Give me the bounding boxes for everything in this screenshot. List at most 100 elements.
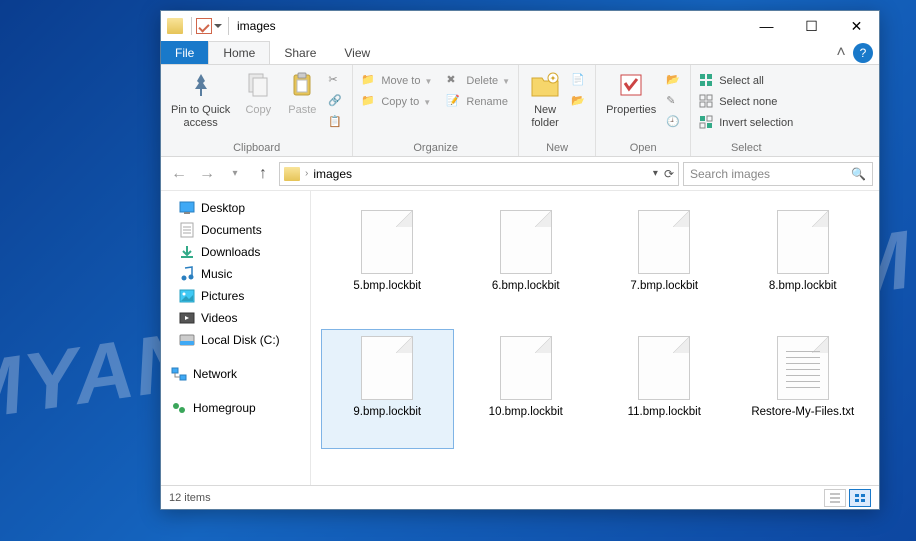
qat-dropdown-icon[interactable] bbox=[212, 18, 224, 34]
group-label: Organize bbox=[357, 141, 514, 156]
paste-button[interactable]: Paste bbox=[280, 67, 324, 119]
back-button[interactable]: ← bbox=[167, 162, 191, 186]
copy-to-button[interactable]: 📁Copy to▼ bbox=[357, 92, 436, 112]
button-label: Copy to bbox=[381, 96, 419, 108]
button-label: Paste bbox=[288, 104, 316, 117]
breadcrumb-item[interactable]: images bbox=[313, 167, 352, 181]
file-item[interactable]: 5.bmp.lockbit bbox=[321, 203, 454, 323]
new-folder-button[interactable]: ✦ New folder bbox=[523, 67, 567, 132]
forward-button[interactable]: → bbox=[195, 162, 219, 186]
folder-icon bbox=[284, 167, 300, 181]
recent-dropdown[interactable]: ▾ bbox=[223, 162, 247, 186]
search-icon: 🔍 bbox=[851, 167, 866, 181]
svg-text:✦: ✦ bbox=[550, 74, 557, 83]
invert-icon bbox=[699, 115, 715, 131]
select-all-icon bbox=[699, 73, 715, 89]
sidebar-item-music[interactable]: Music bbox=[161, 263, 310, 285]
minimize-button[interactable]: — bbox=[744, 11, 789, 41]
history-button[interactable]: 🕘 bbox=[662, 113, 686, 133]
dropdown-icon[interactable]: ▾ bbox=[653, 168, 658, 179]
blank-file-icon bbox=[361, 210, 413, 274]
file-item[interactable]: 7.bmp.lockbit bbox=[598, 203, 731, 323]
delete-button[interactable]: ✖Delete▼ bbox=[442, 71, 514, 91]
tab-home[interactable]: Home bbox=[208, 41, 270, 64]
sidebar-item-label: Desktop bbox=[201, 201, 245, 215]
icons-view-button[interactable] bbox=[849, 489, 871, 507]
button-label: Rename bbox=[466, 96, 508, 108]
file-name: 8.bmp.lockbit bbox=[769, 280, 837, 293]
breadcrumb[interactable]: › images ▾ ⟳ bbox=[279, 162, 679, 186]
file-item[interactable]: 9.bmp.lockbit bbox=[321, 329, 454, 449]
up-button[interactable]: ↑ bbox=[251, 162, 275, 186]
button-label: Move to bbox=[381, 75, 420, 87]
properties-icon bbox=[615, 69, 647, 101]
music-icon bbox=[179, 266, 195, 282]
downloads-icon bbox=[179, 244, 195, 260]
group-label: Clipboard bbox=[165, 141, 348, 156]
sidebar-item-label: Pictures bbox=[201, 289, 244, 303]
file-item[interactable]: 8.bmp.lockbit bbox=[737, 203, 870, 323]
sidebar-item-documents[interactable]: Documents bbox=[161, 219, 310, 241]
file-item[interactable]: Restore-My-Files.txt bbox=[737, 329, 870, 449]
group-label: New bbox=[523, 141, 591, 156]
tab-view[interactable]: View bbox=[330, 41, 384, 64]
sidebar-item-label: Homegroup bbox=[193, 401, 256, 415]
refresh-icon[interactable]: ⟳ bbox=[664, 167, 674, 181]
cut-button[interactable]: ✂ bbox=[324, 71, 348, 91]
window-controls: — ☐ ✕ bbox=[744, 11, 879, 41]
maximize-button[interactable]: ☐ bbox=[789, 11, 834, 41]
qat-checkbox-icon[interactable] bbox=[196, 18, 212, 34]
details-view-button[interactable] bbox=[824, 489, 846, 507]
tab-share[interactable]: Share bbox=[270, 41, 330, 64]
move-to-button[interactable]: 📁Move to▼ bbox=[357, 71, 436, 91]
select-none-icon bbox=[699, 94, 715, 110]
file-item[interactable]: 6.bmp.lockbit bbox=[460, 203, 593, 323]
pin-to-quick-access-button[interactable]: Pin to Quick access bbox=[165, 67, 236, 132]
sidebar-item-downloads[interactable]: Downloads bbox=[161, 241, 310, 263]
history-icon: 🕘 bbox=[666, 115, 682, 131]
pictures-icon bbox=[179, 288, 195, 304]
paste-shortcut-button[interactable]: 📋 bbox=[324, 113, 348, 133]
address-bar: ← → ▾ ↑ › images ▾ ⟳ Search images 🔍 bbox=[161, 157, 879, 191]
properties-button[interactable]: Properties bbox=[600, 67, 662, 119]
search-input[interactable]: Search images 🔍 bbox=[683, 162, 873, 186]
copy-path-button[interactable]: 🔗 bbox=[324, 92, 348, 112]
sidebar-item-videos[interactable]: Videos bbox=[161, 307, 310, 329]
new-folder-icon: ✦ bbox=[529, 69, 561, 101]
select-none-button[interactable]: Select none bbox=[695, 92, 797, 112]
sidebar-item-local-disk[interactable]: Local Disk (C:) bbox=[161, 329, 310, 351]
paste-icon bbox=[286, 69, 318, 101]
invert-selection-button[interactable]: Invert selection bbox=[695, 113, 797, 133]
tab-file[interactable]: File bbox=[161, 41, 208, 64]
sidebar-item-pictures[interactable]: Pictures bbox=[161, 285, 310, 307]
file-item[interactable]: 11.bmp.lockbit bbox=[598, 329, 731, 449]
easy-access-button[interactable]: 📂 bbox=[567, 92, 591, 112]
button-label: New folder bbox=[531, 104, 559, 130]
explorer-window: images — ☐ ✕ File Home Share View ˄ ? Pi… bbox=[160, 10, 880, 510]
blank-file-icon bbox=[361, 336, 413, 400]
file-name: 10.bmp.lockbit bbox=[489, 406, 563, 419]
ribbon-group-open: Properties 📂 ✎ 🕘 Open bbox=[596, 65, 691, 156]
divider bbox=[191, 17, 192, 35]
sidebar-item-network[interactable]: Network bbox=[161, 363, 310, 385]
edit-button[interactable]: ✎ bbox=[662, 92, 686, 112]
ribbon-group-new: ✦ New folder 📄 📂 New bbox=[519, 65, 596, 156]
help-icon[interactable]: ? bbox=[853, 43, 873, 63]
sidebar-item-label: Videos bbox=[201, 311, 237, 325]
button-label: Pin to Quick access bbox=[171, 104, 230, 130]
file-name: 6.bmp.lockbit bbox=[492, 280, 560, 293]
sidebar-item-homegroup[interactable]: Homegroup bbox=[161, 397, 310, 419]
collapse-ribbon-icon[interactable]: ˄ bbox=[829, 41, 853, 64]
rename-button[interactable]: 📝Rename bbox=[442, 92, 514, 112]
delete-icon: ✖ bbox=[446, 73, 462, 89]
group-label: Select bbox=[695, 141, 797, 156]
sidebar-item-desktop[interactable]: Desktop bbox=[161, 197, 310, 219]
ribbon-group-clipboard: Pin to Quick access Copy Paste ✂ 🔗 bbox=[161, 65, 353, 156]
copy-button[interactable]: Copy bbox=[236, 67, 280, 119]
select-all-button[interactable]: Select all bbox=[695, 71, 797, 91]
close-button[interactable]: ✕ bbox=[834, 11, 879, 41]
ribbon: Pin to Quick access Copy Paste ✂ 🔗 bbox=[161, 65, 879, 157]
file-item[interactable]: 10.bmp.lockbit bbox=[460, 329, 593, 449]
new-item-button[interactable]: 📄 bbox=[567, 71, 591, 91]
open-button[interactable]: 📂 bbox=[662, 71, 686, 91]
